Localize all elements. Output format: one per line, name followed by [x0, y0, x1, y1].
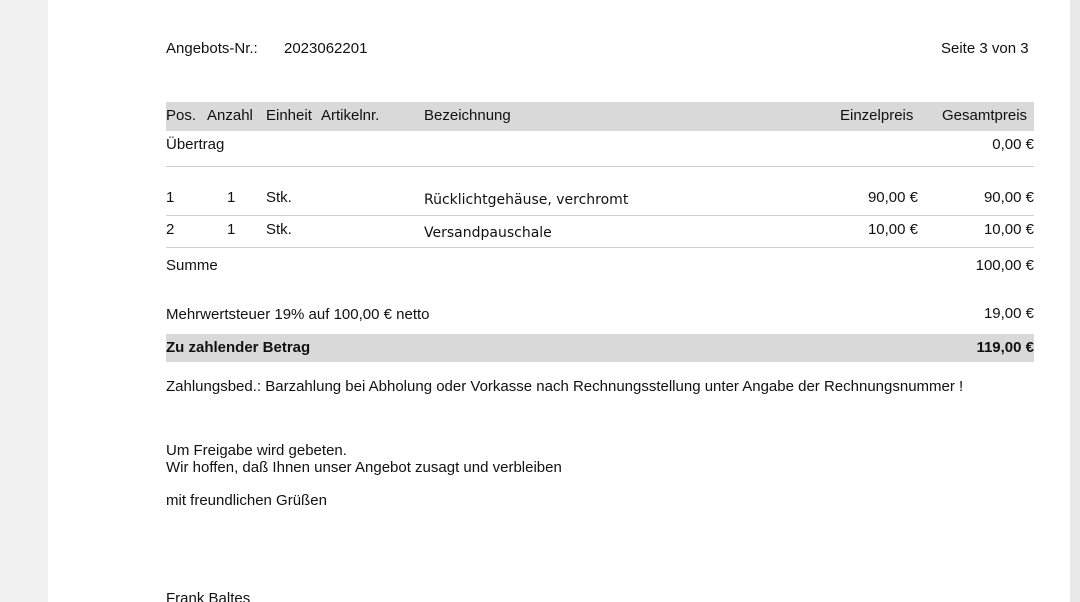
row-description: Versandpauschale: [424, 225, 552, 241]
column-unit: Einheit: [266, 107, 312, 124]
carryover-label: Übertrag: [166, 136, 225, 153]
carryover-value: 0,00 €: [992, 136, 1034, 153]
row-total-price: 10,00 €: [983, 221, 1034, 238]
column-article-number: Artikelnr.: [321, 107, 380, 124]
sum-label: Summe: [166, 257, 218, 274]
greeting: mit freundlichen Grüßen: [166, 492, 327, 509]
document-page: Angebots-Nr.: 2023062201 Seite 3 von 3 P…: [48, 0, 1070, 602]
closing-line-2: Wir hoffen, daß Ihnen unser Angebot zusa…: [166, 459, 562, 476]
row-unit: Stk.: [266, 221, 292, 238]
closing-line-1: Um Freigabe wird gebeten.: [166, 442, 347, 459]
total-due-value: 119,00 €: [976, 339, 1034, 356]
row-pos: 1: [166, 189, 175, 206]
column-quantity: Anzahl: [207, 107, 253, 124]
offer-number-label: Angebots-Nr.:: [166, 40, 258, 57]
column-total-price: Gesamtpreis: [942, 107, 1028, 124]
vat-label: Mehrwertsteuer 19% auf 100,00 € netto: [166, 306, 430, 323]
divider: [166, 166, 1034, 167]
signature-name: Frank Baltes: [166, 590, 251, 602]
scrollbar[interactable]: [1070, 0, 1080, 602]
payment-terms: Zahlungsbed.: Barzahlung bei Abholung od…: [166, 378, 964, 395]
column-pos: Pos.: [166, 107, 197, 124]
row-pos: 2: [166, 221, 175, 238]
sum-value: 100,00 €: [975, 257, 1034, 274]
row-description: Rücklichtgehäuse, verchromt: [424, 192, 629, 208]
page-info: Seite 3 von 3: [941, 40, 1029, 57]
row-quantity: 1: [227, 189, 236, 206]
total-due-label: Zu zahlender Betrag: [166, 339, 311, 356]
row-unit-price: 90,00 €: [867, 189, 918, 206]
column-description: Bezeichnung: [424, 107, 511, 124]
row-unit: Stk.: [266, 189, 292, 206]
row-total-price: 90,00 €: [983, 189, 1034, 206]
row-unit-price: 10,00 €: [867, 221, 918, 238]
column-unit-price: Einzelpreis: [840, 107, 914, 124]
divider: [166, 247, 1034, 248]
offer-number: 2023062201: [284, 40, 368, 57]
divider: [166, 215, 1034, 216]
row-quantity: 1: [227, 221, 236, 238]
vat-value: 19,00 €: [983, 305, 1034, 322]
